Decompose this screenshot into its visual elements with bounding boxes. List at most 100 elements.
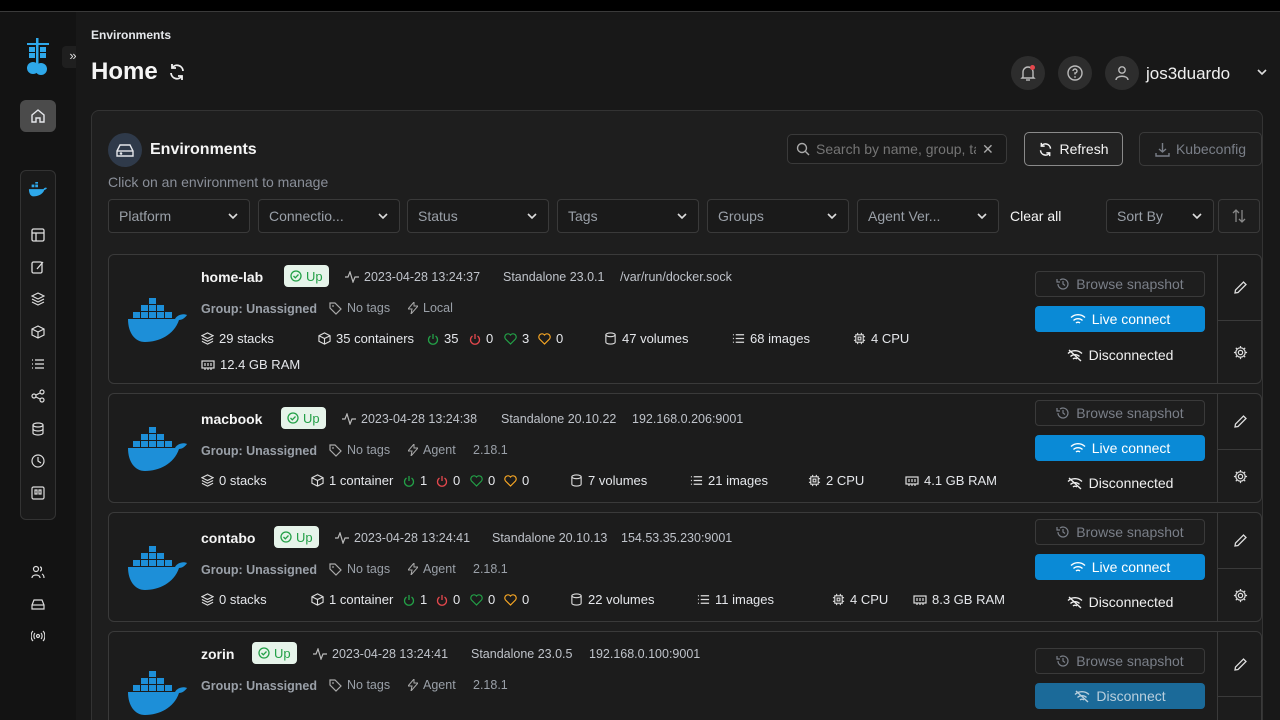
gear-icon (1233, 345, 1247, 360)
running-count: 1 (403, 592, 427, 607)
live-connect-button[interactable]: Live connect (1035, 306, 1205, 332)
environment-name: home-lab (201, 269, 264, 285)
sidebar-item-docker[interactable] (28, 180, 48, 200)
sidebar-item-host[interactable] (28, 483, 48, 503)
refresh-icon[interactable] (168, 63, 186, 81)
clear-all-button[interactable]: Clear all (1010, 208, 1061, 224)
filter-status[interactable]: Status (407, 199, 549, 233)
edit-environment-button[interactable] (1218, 394, 1261, 449)
environment-card-zorin[interactable]: zorin Up 2023-04-28 13:24:41 Standalone … (108, 631, 1262, 720)
sidebar-item-users[interactable] (28, 562, 48, 582)
edit-environment-button[interactable] (1218, 513, 1261, 568)
clear-search-icon[interactable]: ✕ (982, 141, 994, 158)
kubeconfig-button-label: Kubeconfig (1175, 141, 1247, 157)
live-connect-button[interactable]: Live connect (1035, 554, 1205, 580)
volumes-text: 47 volumes (622, 331, 689, 346)
notifications-button[interactable] (1011, 56, 1045, 90)
sidebar-item-templates[interactable] (28, 257, 48, 277)
avatar[interactable] (1105, 56, 1139, 90)
database-icon (571, 474, 582, 487)
portainer-logo-icon[interactable] (22, 36, 54, 76)
live-connect-button[interactable]: Live connect (1035, 435, 1205, 461)
healthy-count: 0 (470, 473, 495, 488)
sidebar-item-events[interactable] (28, 451, 48, 471)
volumes-text: 7 volumes (588, 473, 648, 488)
edit-environment-button[interactable] (1218, 632, 1261, 696)
connection-text: Agent (423, 678, 456, 692)
page-title-text: Home (91, 58, 158, 85)
sidebar-item-dashboard[interactable] (28, 225, 48, 245)
status-badge: Up (252, 642, 297, 664)
images-count: 68 images (732, 331, 810, 346)
heartbeat-icon (342, 413, 356, 425)
sidebar-item-stacks[interactable] (28, 289, 48, 309)
sort-direction-button[interactable] (1218, 199, 1260, 233)
environment-settings-button[interactable] (1218, 568, 1261, 621)
environment-settings-button[interactable] (1218, 449, 1261, 502)
unhealthy-count: 0 (504, 473, 529, 488)
environment-card-home-lab[interactable]: home-lab Up 2023-04-28 13:24:37 Standalo… (108, 254, 1262, 384)
browse-snapshot-button[interactable]: Browse snapshot (1035, 271, 1205, 297)
stacks-count: 29 stacks (201, 331, 274, 346)
stopped-count: 0 (436, 592, 460, 607)
status-badge: Up (274, 526, 319, 548)
filter-platform[interactable]: Platform (108, 199, 250, 233)
memory-icon (201, 359, 215, 370)
filter-label: Status (418, 208, 458, 224)
kubeconfig-button[interactable]: Kubeconfig (1139, 132, 1262, 166)
sidebar-item-networks[interactable] (28, 386, 48, 406)
filter-label: Groups (718, 208, 764, 224)
sidebar-item-images[interactable] (28, 354, 48, 374)
running-text: 35 (444, 331, 459, 346)
last-check: 2023-04-28 13:24:37 (345, 270, 480, 284)
running-text: 1 (420, 592, 428, 607)
heart-broken-icon (504, 593, 517, 606)
sidebar-item-home[interactable] (20, 100, 56, 132)
search-input[interactable] (816, 141, 976, 157)
sidebar-item-volumes[interactable] (28, 419, 48, 439)
sidebar-item-containers[interactable] (28, 322, 48, 342)
containers-text: 1 container (329, 473, 394, 488)
environment-card-macbook[interactable]: macbook Up 2023-04-28 13:24:38 Standalon… (108, 393, 1262, 503)
edit-environment-button[interactable] (1218, 255, 1261, 320)
environment-settings-button[interactable] (1218, 320, 1261, 383)
running-count: 35 (427, 331, 458, 346)
ram-amount: 8.3 GB RAM (913, 592, 1005, 607)
power-icon (427, 333, 439, 345)
ram-amount: 4.1 GB RAM (905, 473, 997, 488)
environment-card-contabo[interactable]: contabo Up 2023-04-28 13:24:41 Standalon… (108, 512, 1262, 622)
username[interactable]: jos3duardo (1146, 64, 1230, 84)
help-button[interactable] (1058, 56, 1092, 90)
disconnect-button[interactable]: Disconnect (1035, 683, 1205, 709)
group-label: Group: Unassigned (201, 563, 317, 577)
wifi-icon (1070, 313, 1086, 324)
breadcrumb[interactable]: Environments (91, 28, 171, 42)
refresh-button[interactable]: Refresh (1024, 132, 1123, 166)
layers-icon (201, 332, 214, 345)
chevron-down-icon (827, 213, 837, 220)
sidebar-item-notifications[interactable] (28, 626, 48, 646)
filter-agent-version[interactable]: Agent Ver... (857, 199, 999, 233)
status-text: Up (296, 529, 313, 545)
list-icon (697, 595, 710, 604)
sort-by-select[interactable]: Sort By (1106, 199, 1214, 233)
browse-snapshot-button[interactable]: Browse snapshot (1035, 648, 1205, 674)
cpu-icon (832, 593, 845, 606)
browse-snapshot-button[interactable]: Browse snapshot (1035, 519, 1205, 545)
pencil-icon (1233, 657, 1247, 671)
healthy-count: 0 (470, 592, 495, 607)
chevron-down-icon[interactable] (1256, 66, 1268, 78)
stacks-text: 29 stacks (219, 331, 274, 346)
pencil-icon (1233, 415, 1247, 428)
filter-groups[interactable]: Groups (707, 199, 849, 233)
volumes-count: 47 volumes (604, 331, 688, 346)
containers-count: 1 container (311, 592, 393, 607)
browse-snapshot-button[interactable]: Browse snapshot (1035, 400, 1205, 426)
filter-tags[interactable]: Tags (557, 199, 699, 233)
timestamp: 2023-04-28 13:24:41 (354, 531, 471, 545)
environments-panel: Environments Click on an environment to … (91, 110, 1263, 720)
containers-text: 1 container (329, 592, 394, 607)
filter-connection[interactable]: Connectio... (258, 199, 400, 233)
heartbeat-icon (345, 271, 359, 283)
sidebar-item-environments[interactable] (28, 594, 48, 614)
